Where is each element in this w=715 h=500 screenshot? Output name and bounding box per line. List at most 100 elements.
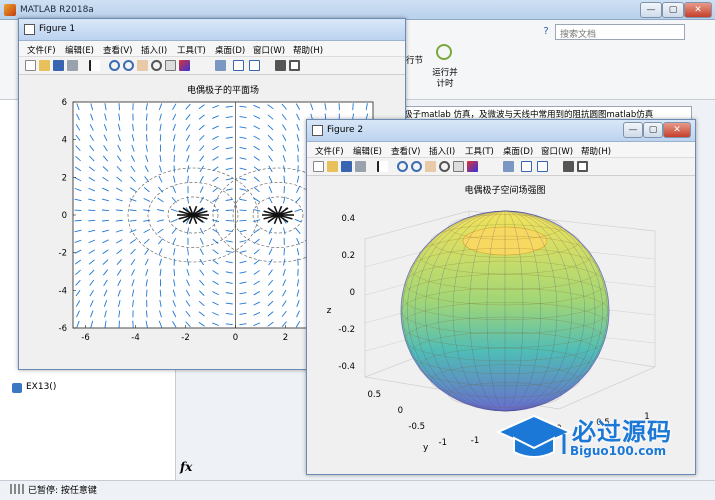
new-figure-icon[interactable] <box>25 60 36 71</box>
x-tick-label: -4 <box>131 333 139 343</box>
print-icon[interactable] <box>355 161 366 172</box>
menu-view[interactable]: 查看(V) <box>391 145 420 157</box>
x-tick-label: -1 <box>471 436 479 446</box>
rotate-3d-icon[interactable] <box>151 60 162 71</box>
z-tick-label: -0.4 <box>338 362 355 372</box>
figure-1-title-bar: Figure 1 <box>19 19 405 41</box>
file-list-item[interactable]: EX13() <box>26 382 56 392</box>
z-tick-label: 0.4 <box>341 214 355 224</box>
zoom-in-icon[interactable] <box>397 161 408 172</box>
quiver-arrow <box>74 219 82 222</box>
legend-icon[interactable] <box>537 161 548 172</box>
current-folder-address[interactable]: 极子matlab 仿真，及微波与天线中常用到的阻抗圆图matlab仿真 <box>400 106 692 120</box>
legend-icon[interactable] <box>249 60 260 71</box>
menu-edit[interactable]: 编辑(E) <box>353 145 382 157</box>
figure-2-minimize-button[interactable]: — <box>623 122 643 138</box>
quiver-arrow <box>173 268 175 276</box>
hide-plot-tools-icon[interactable] <box>275 60 286 71</box>
show-plot-tools-icon[interactable] <box>577 161 588 172</box>
rotate-3d-icon[interactable] <box>439 161 450 172</box>
print-icon[interactable] <box>67 60 78 71</box>
figure-2-toolbar <box>307 158 695 176</box>
search-documentation-input[interactable]: 搜索文档 <box>555 24 685 40</box>
edit-plot-icon[interactable] <box>89 60 100 71</box>
menu-help[interactable]: 帮助(H) <box>293 44 323 56</box>
quiver-arrow <box>146 134 148 142</box>
minimize-button[interactable]: — <box>640 2 662 18</box>
data-cursor-icon[interactable] <box>165 60 176 71</box>
show-plot-tools-icon[interactable] <box>289 60 300 71</box>
zoom-in-icon[interactable] <box>109 60 120 71</box>
main-window-title: MATLAB R2018a <box>20 5 94 15</box>
menu-view[interactable]: 查看(V) <box>103 44 132 56</box>
help-button[interactable]: ? <box>539 24 553 40</box>
z-axis-label: z <box>327 306 332 316</box>
menu-desktop[interactable]: 桌面(D) <box>503 145 533 157</box>
busy-icon <box>10 484 24 494</box>
quiver-arrow <box>283 175 285 183</box>
run-section-label[interactable]: 行节 <box>406 54 423 66</box>
matlab-logo-icon <box>4 4 16 16</box>
figure-icon <box>24 24 35 35</box>
figure-1-toolbar <box>19 57 405 75</box>
z-tick-label: 0.2 <box>341 251 355 261</box>
menu-help[interactable]: 帮助(H) <box>581 145 611 157</box>
brush-icon[interactable] <box>467 161 478 172</box>
figure-2-title: Figure 2 <box>327 125 364 135</box>
menu-file[interactable]: 文件(F) <box>315 145 344 157</box>
y-tick-label: 6 <box>62 98 67 108</box>
edit-plot-icon[interactable] <box>377 161 388 172</box>
quiver-arrow <box>101 209 110 212</box>
menu-tools[interactable]: 工具(T) <box>177 44 206 56</box>
command-prompt-fx: fx <box>180 460 193 474</box>
z-tick-label: -0.2 <box>338 325 355 335</box>
run-and-time-button[interactable]: 运行并 计时 <box>430 68 460 90</box>
x-tick-label: 0 <box>233 333 238 343</box>
menu-window[interactable]: 窗口(W) <box>541 145 573 157</box>
pan-icon[interactable] <box>137 60 148 71</box>
run-and-time-icon[interactable] <box>436 44 452 60</box>
figure-2-menubar: 文件(F) 编辑(E) 查看(V) 插入(I) 工具(T) 桌面(D) 窗口(W… <box>307 142 695 158</box>
y-axis-label: y <box>423 443 429 453</box>
link-plot-icon[interactable] <box>503 161 514 172</box>
zoom-out-icon[interactable] <box>411 161 422 172</box>
link-plot-icon[interactable] <box>215 60 226 71</box>
menu-insert[interactable]: 插入(I) <box>141 44 167 56</box>
menu-file[interactable]: 文件(F) <box>27 44 56 56</box>
quiver-arrow <box>352 103 354 111</box>
status-bar <box>0 480 715 500</box>
menu-tools[interactable]: 工具(T) <box>465 145 494 157</box>
plot-title: 电偶极子空间场强图 <box>464 184 545 196</box>
zoom-out-icon[interactable] <box>123 60 134 71</box>
close-button[interactable]: ✕ <box>684 2 712 18</box>
x-tick-label: -2 <box>181 333 189 343</box>
colorbar-icon[interactable] <box>233 60 244 71</box>
menu-edit[interactable]: 编辑(E) <box>65 44 94 56</box>
status-text: 已暂停: 按任意键 <box>28 486 97 496</box>
save-icon[interactable] <box>53 60 64 71</box>
quiver-arrow <box>173 154 175 163</box>
pan-icon[interactable] <box>425 161 436 172</box>
z-tick-label: 0 <box>350 288 355 298</box>
menu-desktop[interactable]: 桌面(D) <box>215 44 245 56</box>
open-file-icon[interactable] <box>327 161 338 172</box>
maximize-button[interactable]: ▢ <box>662 2 684 18</box>
y-tick-label: 0 <box>398 406 403 416</box>
menu-window[interactable]: 窗口(W) <box>253 44 285 56</box>
y-tick-label: 0 <box>62 211 67 221</box>
open-file-icon[interactable] <box>39 60 50 71</box>
main-title-bar: MATLAB R2018a <box>0 0 715 20</box>
figure-icon <box>312 125 323 136</box>
figure-2-close-button[interactable]: ✕ <box>663 122 691 138</box>
new-figure-icon[interactable] <box>313 161 324 172</box>
hide-plot-tools-icon[interactable] <box>563 161 574 172</box>
figure-1-menubar: 文件(F) 编辑(E) 查看(V) 插入(I) 工具(T) 桌面(D) 窗口(W… <box>19 41 405 57</box>
colorbar-icon[interactable] <box>521 161 532 172</box>
menu-insert[interactable]: 插入(I) <box>429 145 455 157</box>
save-icon[interactable] <box>341 161 352 172</box>
brush-icon[interactable] <box>179 60 190 71</box>
figure-1-title: Figure 1 <box>39 24 76 34</box>
figure-2-maximize-button[interactable]: ▢ <box>643 122 663 138</box>
data-cursor-icon[interactable] <box>453 161 464 172</box>
y-tick-label: -2 <box>59 249 67 259</box>
